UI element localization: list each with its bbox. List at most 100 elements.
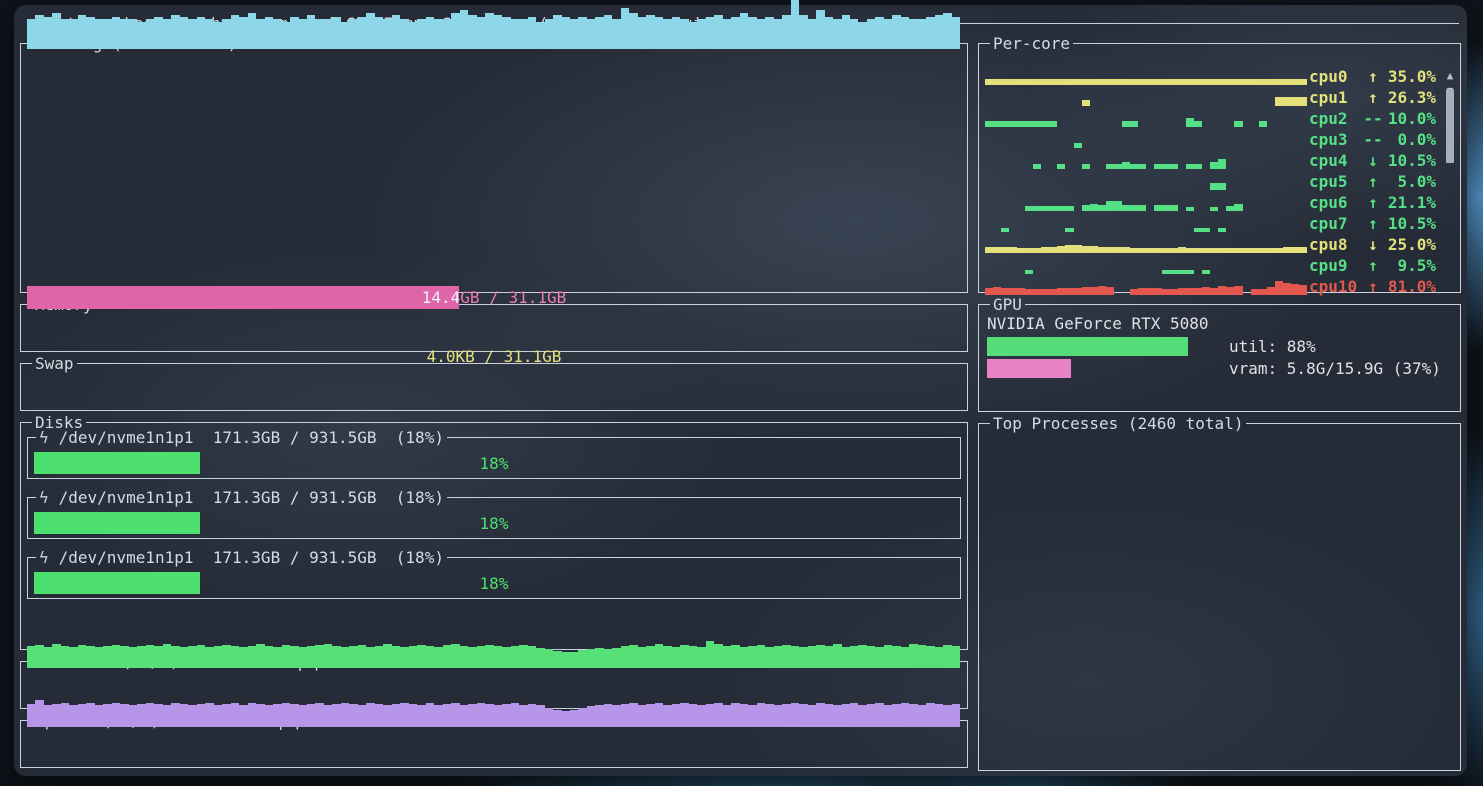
chart-bar [299,705,307,727]
core-name: cpu6 [1309,192,1362,213]
upload-chart [27,700,961,727]
sparkline-column [1049,206,1057,211]
chart-bar [27,646,35,668]
percore-panel-title: Per-core [990,37,1073,50]
sparkline-column [1267,79,1275,85]
sparkline-column [1283,97,1291,106]
chart-bar [290,704,298,727]
chart-bar [782,645,790,668]
scrollbar-thumb[interactable] [1446,89,1454,163]
chart-bar [392,704,400,727]
chart-bar [299,19,307,49]
chart-bar [680,19,688,49]
chart-bar [95,19,103,49]
sparkline-column [1275,79,1283,85]
swap-gauge: 4.0KB / 31.1GB 4.0KB / 31.1GB [27,345,961,368]
disk-item: ϟ/dev/nvme1n1p1 171.3GB / 931.5GB (18%) … [27,491,961,539]
sparkline-column [1178,247,1186,253]
chart-bar [494,705,502,727]
percore-sparkline [985,108,1307,129]
chart-bar [646,15,654,49]
chart-bar [112,17,120,49]
sparkline-column [1009,288,1017,295]
chart-bar [61,646,69,668]
chart-bar [146,703,154,727]
chart-bar [197,645,205,668]
sparkline-column [1025,121,1033,127]
chart-bar [273,647,281,668]
gpu-vram-gauge [987,359,1215,378]
sparkline-column [1218,286,1226,295]
gpu-vram-fill [987,359,1071,378]
sparkline-column [1114,164,1122,169]
sparkline-column [1001,288,1009,295]
core-usage-value: 10.5% [1384,150,1436,171]
sparkline-column [1041,206,1049,211]
disk-item-title: ϟ/dev/nvme1n1p1 171.3GB / 931.5GB (18%) [36,491,447,504]
sparkline-column [1299,247,1307,253]
chart-bar [765,17,773,49]
sparkline-column [1251,248,1259,253]
chart-bar [341,647,349,668]
disk-list: ϟ/dev/nvme1n1p1 171.3GB / 931.5GB (18%) … [27,431,961,599]
chart-bar [595,17,603,49]
sparkline-column [1226,248,1234,253]
chart-bar [44,705,52,727]
sparkline-column [1210,207,1218,211]
lightning-icon: ϟ [39,428,49,447]
sparkline-column [1275,97,1283,106]
chart-bar [443,19,451,49]
chart-bar [485,704,493,727]
chart-bar [417,705,425,727]
chart-bar [748,646,756,668]
gpu-util-gauge [987,337,1215,356]
sparkline-column [1194,288,1202,295]
percore-sparkline [985,255,1307,276]
chart-bar [511,703,519,727]
gpu-vram-row: vram: 5.8G/15.9G (37%) [987,358,1454,379]
cpu-avg-panel: CPU avg (now: 11.0%) [20,37,968,293]
percore-row: cpu4↓10.5% [985,150,1436,171]
chart-bar [502,17,510,49]
sparkline-column [1234,121,1242,127]
chart-bar [214,705,222,727]
core-name: cpu7 [1309,213,1362,234]
chart-bar [943,645,951,668]
chart-bar [120,704,128,727]
chart-bar [799,704,807,727]
sparkline-column [993,287,1001,295]
sparkline-column [1243,248,1251,253]
sparkline-column [1033,164,1041,169]
sparkline-column [1218,79,1226,85]
chart-bar [672,647,680,668]
sparkline-column [1033,206,1041,211]
sparkline-column [1033,121,1041,127]
chart-bar [180,704,188,727]
chart-bar [341,703,349,727]
sparkline-column [1170,79,1178,85]
sparkline-column [1210,288,1218,295]
chart-bar [638,705,646,727]
sparkline-column [1001,247,1009,253]
chart-bar [299,647,307,668]
core-trend-icon: ↑ [1362,255,1384,276]
chart-bar [256,644,264,668]
core-trend-icon: ↑ [1362,192,1384,213]
percore-label: cpu8↓25.0% [1309,234,1436,255]
sparkline-column [1090,79,1098,85]
scroll-up-arrow[interactable]: ▲ [1447,70,1454,81]
chart-bar [782,15,790,49]
chart-bar [536,22,544,49]
core-name: cpu8 [1309,234,1362,255]
chart-bar [765,647,773,668]
chart-bar [952,646,960,668]
sparkline-column [1218,159,1226,169]
chart-bar [842,647,850,668]
percore-row: cpu9↑9.5% [985,255,1436,276]
chart-bar [409,646,417,668]
sparkline-column [1202,287,1210,295]
chart-bar [443,704,451,727]
chart-bar [205,19,213,49]
sparkline-column [1275,248,1283,253]
chart-bar [120,646,128,668]
